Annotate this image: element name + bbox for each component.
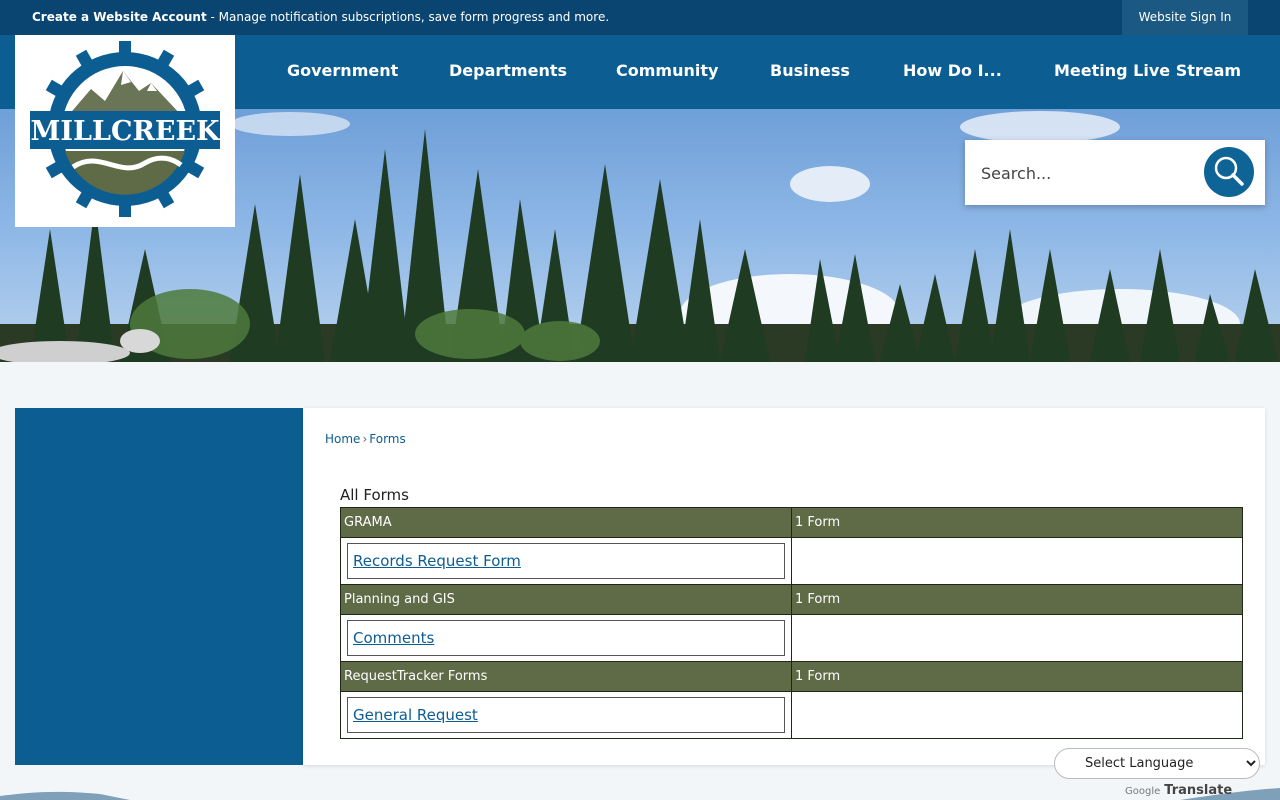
form-link-container: Records Request Form xyxy=(347,543,785,579)
create-account-description: - Manage notification subscriptions, sav… xyxy=(206,10,610,24)
millcreek-logo[interactable]: MILLCREEK xyxy=(15,35,235,227)
all-forms-heading: All Forms xyxy=(340,486,409,504)
top-utility-bar: Create a Website Account - Manage notifi… xyxy=(0,0,1280,35)
form-link-records-request[interactable]: Records Request Form xyxy=(353,552,521,570)
form-row: Comments xyxy=(340,614,1243,662)
nav-community[interactable]: Community xyxy=(616,35,718,109)
breadcrumb-separator: › xyxy=(362,432,368,446)
create-account-message[interactable]: Create a Website Account - Manage notifi… xyxy=(32,10,609,24)
category-name: RequestTracker Forms xyxy=(340,661,792,692)
category-count: 1 Form xyxy=(791,661,1243,692)
form-row-empty-cell xyxy=(791,691,1243,739)
forms-table: GRAMA 1 Form Records Request Form Planni… xyxy=(340,507,1243,739)
category-row: RequestTracker Forms 1 Form xyxy=(340,661,1243,692)
form-link-container: General Request xyxy=(347,697,785,733)
nav-departments[interactable]: Departments xyxy=(449,35,567,109)
create-account-link[interactable]: Create a Website Account xyxy=(32,10,207,24)
left-sidebar xyxy=(15,408,303,765)
search-button[interactable] xyxy=(1204,147,1254,197)
main-content: Home › Forms All Forms GRAMA 1 Form Record… xyxy=(303,408,1265,765)
translate-label: Translate xyxy=(1164,783,1233,798)
breadcrumb: Home › Forms xyxy=(325,432,406,446)
category-name: Planning and GIS xyxy=(340,584,792,615)
google-translate-branding: Google Translate xyxy=(1125,783,1232,798)
category-count: 1 Form xyxy=(791,507,1243,538)
website-sign-in-button[interactable]: Website Sign In xyxy=(1122,0,1248,35)
form-row-empty-cell xyxy=(791,614,1243,662)
search-input[interactable] xyxy=(979,154,1183,192)
nav-meeting-live-stream[interactable]: Meeting Live Stream xyxy=(1054,35,1241,109)
form-link-container: Comments xyxy=(347,620,785,656)
search-icon xyxy=(1214,156,1244,186)
form-link-general-request[interactable]: General Request xyxy=(353,706,478,724)
nav-government[interactable]: Government xyxy=(287,35,398,109)
language-select[interactable]: Select Language xyxy=(1054,748,1260,779)
footer-wave-decoration xyxy=(0,788,1280,800)
millcreek-gear-logo-icon: MILLCREEK xyxy=(30,41,221,217)
breadcrumb-forms[interactable]: Forms xyxy=(369,432,405,446)
site-search xyxy=(965,140,1265,205)
form-link-comments[interactable]: Comments xyxy=(353,629,434,647)
nav-business[interactable]: Business xyxy=(770,35,850,109)
category-row: GRAMA 1 Form xyxy=(340,507,1243,538)
nav-how-do-i[interactable]: How Do I... xyxy=(903,35,1002,109)
form-row-empty-cell xyxy=(791,537,1243,585)
category-count: 1 Form xyxy=(791,584,1243,615)
category-name: GRAMA xyxy=(340,507,792,538)
form-row: General Request xyxy=(340,691,1243,739)
form-row: Records Request Form xyxy=(340,537,1243,585)
google-label: Google xyxy=(1125,786,1161,797)
category-row: Planning and GIS 1 Form xyxy=(340,584,1243,615)
logo-wordmark: MILLCREEK xyxy=(30,116,221,147)
breadcrumb-home[interactable]: Home xyxy=(325,432,360,446)
